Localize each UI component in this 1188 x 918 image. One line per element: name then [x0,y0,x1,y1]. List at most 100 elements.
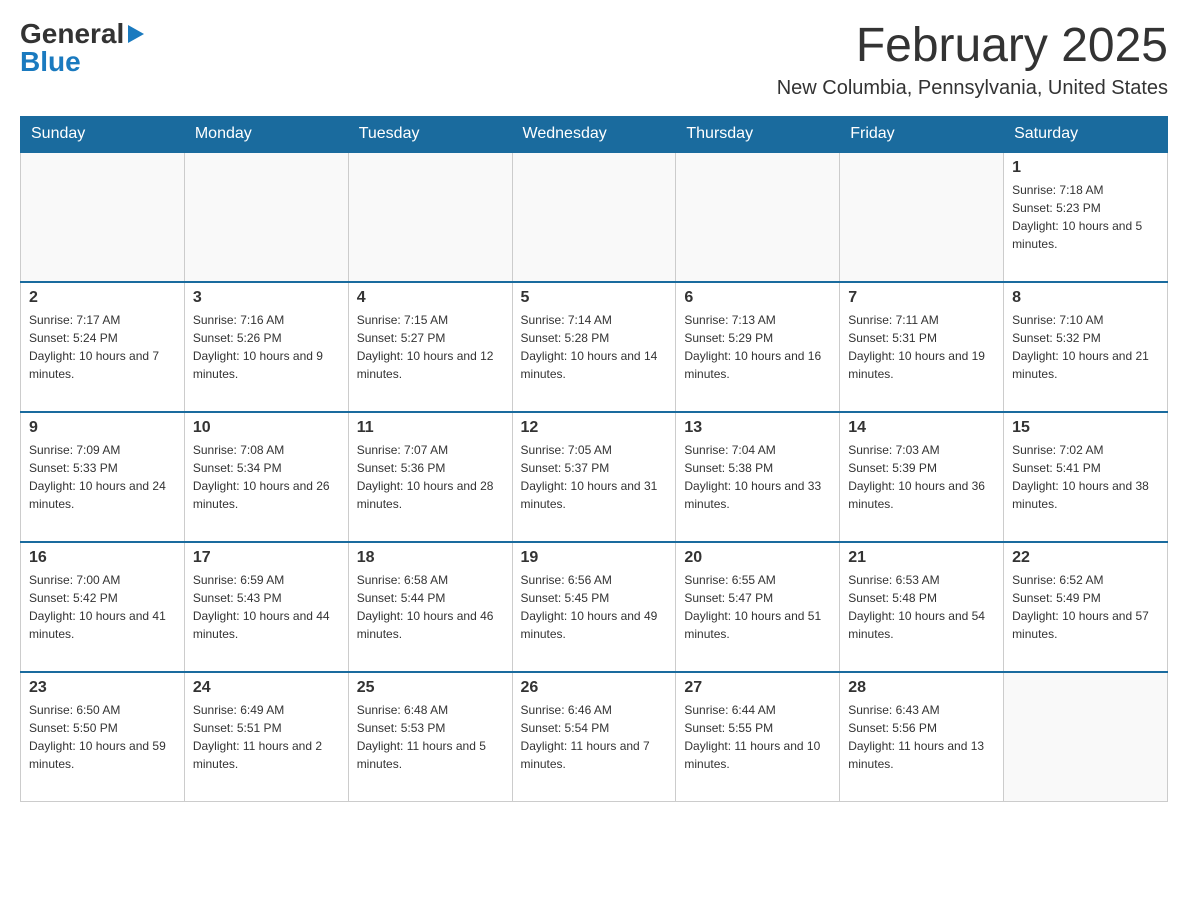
calendar-header-monday: Monday [184,116,348,152]
calendar-cell: 24 Sunrise: 6:49 AMSunset: 5:51 PMDayligh… [184,672,348,802]
day-info: Sunrise: 7:14 AMSunset: 5:28 PMDaylight:… [521,311,668,383]
day-number: 1 [1012,159,1159,177]
calendar-week-row: 9Sunrise: 7:09 AMSunset: 5:33 PMDaylight… [21,412,1168,542]
calendar-cell [348,152,512,282]
calendar-cell: 14 Sunrise: 7:03 AMSunset: 5:39 PMDayligh… [840,412,1004,542]
day-number: 7 [848,289,995,307]
calendar-cell: 23 Sunrise: 6:50 AMSunset: 5:50 PMDayligh… [21,672,185,802]
logo-general-text: General [20,20,124,48]
calendar-cell: 20 Sunrise: 6:55 AMSunset: 5:47 PMDayligh… [676,542,840,672]
calendar-cell: 11 Sunrise: 7:07 AMSunset: 5:36 PMDayligh… [348,412,512,542]
day-info: Sunrise: 7:17 AMSunset: 5:24 PMDaylight:… [29,311,176,383]
day-info: Sunrise: 6:55 AMSunset: 5:47 PMDaylight:… [684,571,831,643]
calendar-header-sunday: Sunday [21,116,185,152]
day-info: Sunrise: 7:18 AMSunset: 5:23 PMDaylight:… [1012,181,1159,253]
day-number: 18 [357,549,504,567]
calendar-table: SundayMondayTuesdayWednesdayThursdayFrid… [20,116,1168,803]
day-info: Sunrise: 7:03 AMSunset: 5:39 PMDaylight:… [848,441,995,513]
day-number: 27 [684,679,831,697]
calendar-header-saturday: Saturday [1004,116,1168,152]
calendar-header-row: SundayMondayTuesdayWednesdayThursdayFrid… [21,116,1168,152]
day-info: Sunrise: 7:00 AMSunset: 5:42 PMDaylight:… [29,571,176,643]
calendar-cell: 22 Sunrise: 6:52 AMSunset: 5:49 PMDayligh… [1004,542,1168,672]
day-number: 17 [193,549,340,567]
day-info: Sunrise: 7:09 AMSunset: 5:33 PMDaylight:… [29,441,176,513]
calendar-cell: 25 Sunrise: 6:48 AMSunset: 5:53 PMDayligh… [348,672,512,802]
logo-blue-text: Blue [20,46,81,77]
day-info: Sunrise: 7:07 AMSunset: 5:36 PMDaylight:… [357,441,504,513]
title-section: February 2025 New Columbia, Pennsylvania… [777,20,1168,100]
calendar-cell: 12 Sunrise: 7:05 AMSunset: 5:37 PMDayligh… [512,412,676,542]
day-number: 24 [193,679,340,697]
calendar-cell [512,152,676,282]
calendar-week-row: 2Sunrise: 7:17 AMSunset: 5:24 PMDaylight… [21,282,1168,412]
day-info: Sunrise: 7:15 AMSunset: 5:27 PMDaylight:… [357,311,504,383]
day-number: 6 [684,289,831,307]
calendar-cell: 8Sunrise: 7:10 AMSunset: 5:32 PMDaylight… [1004,282,1168,412]
day-number: 14 [848,419,995,437]
day-info: Sunrise: 6:59 AMSunset: 5:43 PMDaylight:… [193,571,340,643]
day-number: 28 [848,679,995,697]
calendar-cell: 27Sunrise: 6:44 AMSunset: 5:55 PMDayligh… [676,672,840,802]
day-info: Sunrise: 7:16 AMSunset: 5:26 PMDaylight:… [193,311,340,383]
day-info: Sunrise: 7:08 AMSunset: 5:34 PMDaylight:… [193,441,340,513]
day-number: 22 [1012,549,1159,567]
day-number: 12 [521,419,668,437]
calendar-header-thursday: Thursday [676,116,840,152]
calendar-cell: 26 Sunrise: 6:46 AMSunset: 5:54 PMDayligh… [512,672,676,802]
calendar-cell: 9Sunrise: 7:09 AMSunset: 5:33 PMDaylight… [21,412,185,542]
day-info: Sunrise: 6:52 AMSunset: 5:49 PMDaylight:… [1012,571,1159,643]
day-number: 26 [521,679,668,697]
calendar-cell: 1 Sunrise: 7:18 AMSunset: 5:23 PMDaylight… [1004,152,1168,282]
calendar-cell [676,152,840,282]
calendar-cell [1004,672,1168,802]
calendar-cell: 21Sunrise: 6:53 AMSunset: 5:48 PMDayligh… [840,542,1004,672]
calendar-cell [840,152,1004,282]
calendar-cell: 28 Sunrise: 6:43 AMSunset: 5:56 PMDayligh… [840,672,1004,802]
calendar-week-row: 23 Sunrise: 6:50 AMSunset: 5:50 PMDayligh… [21,672,1168,802]
day-number: 4 [357,289,504,307]
day-number: 10 [193,419,340,437]
calendar-cell: 17 Sunrise: 6:59 AMSunset: 5:43 PMDayligh… [184,542,348,672]
calendar-week-row: 16 Sunrise: 7:00 AMSunset: 5:42 PMDayligh… [21,542,1168,672]
page-header: General Blue February 2025 New Columbia,… [20,20,1168,100]
calendar-cell: 2Sunrise: 7:17 AMSunset: 5:24 PMDaylight… [21,282,185,412]
calendar-header-friday: Friday [840,116,1004,152]
calendar-cell: 13Sunrise: 7:04 AMSunset: 5:38 PMDayligh… [676,412,840,542]
day-info: Sunrise: 6:56 AMSunset: 5:45 PMDaylight:… [521,571,668,643]
day-number: 25 [357,679,504,697]
day-number: 13 [684,419,831,437]
day-info: Sunrise: 6:46 AMSunset: 5:54 PMDaylight:… [521,701,668,773]
day-info: Sunrise: 6:48 AMSunset: 5:53 PMDaylight:… [357,701,504,773]
day-info: Sunrise: 7:13 AMSunset: 5:29 PMDaylight:… [684,311,831,383]
day-number: 15 [1012,419,1159,437]
day-number: 16 [29,549,176,567]
calendar-cell: 10 Sunrise: 7:08 AMSunset: 5:34 PMDayligh… [184,412,348,542]
day-info: Sunrise: 6:43 AMSunset: 5:56 PMDaylight:… [848,701,995,773]
calendar-cell: 6 Sunrise: 7:13 AMSunset: 5:29 PMDaylight… [676,282,840,412]
day-info: Sunrise: 6:53 AMSunset: 5:48 PMDaylight:… [848,571,995,643]
day-number: 3 [193,289,340,307]
day-info: Sunrise: 6:50 AMSunset: 5:50 PMDaylight:… [29,701,176,773]
calendar-cell: 16 Sunrise: 7:00 AMSunset: 5:42 PMDayligh… [21,542,185,672]
calendar-cell: 7Sunrise: 7:11 AMSunset: 5:31 PMDaylight… [840,282,1004,412]
location-title: New Columbia, Pennsylvania, United State… [777,77,1168,100]
calendar-cell: 3 Sunrise: 7:16 AMSunset: 5:26 PMDaylight… [184,282,348,412]
calendar-cell: 15Sunrise: 7:02 AMSunset: 5:41 PMDayligh… [1004,412,1168,542]
day-number: 23 [29,679,176,697]
calendar-header-wednesday: Wednesday [512,116,676,152]
day-info: Sunrise: 6:49 AMSunset: 5:51 PMDaylight:… [193,701,340,773]
day-number: 19 [521,549,668,567]
day-number: 11 [357,419,504,437]
day-number: 20 [684,549,831,567]
calendar-week-row: 1 Sunrise: 7:18 AMSunset: 5:23 PMDaylight… [21,152,1168,282]
logo-flag-icon [124,23,146,45]
calendar-cell [21,152,185,282]
calendar-cell [184,152,348,282]
logo: General Blue [20,20,146,76]
calendar-cell: 4 Sunrise: 7:15 AMSunset: 5:27 PMDaylight… [348,282,512,412]
day-number: 8 [1012,289,1159,307]
month-title: February 2025 [777,20,1168,73]
day-info: Sunrise: 7:05 AMSunset: 5:37 PMDaylight:… [521,441,668,513]
calendar-header-tuesday: Tuesday [348,116,512,152]
